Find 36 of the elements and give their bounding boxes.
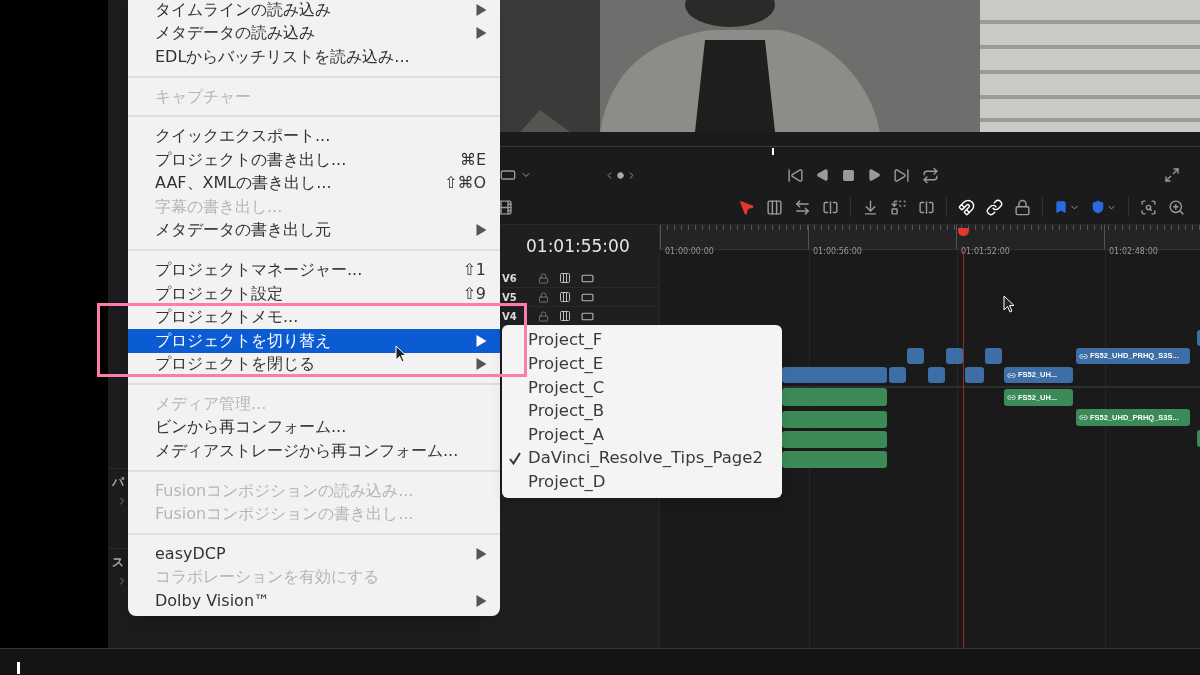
shortcut-label: ⌘E xyxy=(459,148,486,171)
track-label: V4 xyxy=(502,309,518,324)
menu-item[interactable]: クイックエクスポート... xyxy=(128,126,500,146)
menu-item[interactable]: メディアストレージから再コンフォーム... xyxy=(128,441,500,461)
submenu-item[interactable]: Project_D xyxy=(502,470,782,495)
menu-item[interactable]: メタデータの書き出し元 xyxy=(128,221,500,240)
ruler-timecode: 01:02:48:00 xyxy=(1109,247,1158,256)
menu-item[interactable]: プロジェクトの書き出し... ⌘E xyxy=(128,150,500,169)
shortcut-label: ⇧⌘O xyxy=(444,172,486,195)
submenu-item[interactable]: Project_F xyxy=(502,329,782,353)
submenu-item[interactable]: Project_B xyxy=(502,399,782,424)
menu-item[interactable]: プロジェクト設定 ⇧9 xyxy=(128,284,500,303)
menu-item[interactable]: AAF、XMLの書き出し... ⇧⌘O xyxy=(128,174,500,193)
submenu-item[interactable]: Project_A xyxy=(502,423,782,447)
ruler-timecode: 01:00:56:00 xyxy=(813,247,862,256)
shortcut-label: ⇧1 xyxy=(462,259,486,281)
menu-item[interactable]: タイムラインの読み込み xyxy=(128,0,500,19)
menu-item[interactable]: プロジェクトマネージャー... ⇧1 xyxy=(128,260,500,280)
menu-item[interactable]: Dolby Vision™ xyxy=(128,591,500,611)
menu-item[interactable]: プロジェクトメモ... xyxy=(128,307,500,327)
submenu-item[interactable]: DaVinci_Resolve_Tips_Page2 xyxy=(502,446,782,471)
ruler-timecode: 01:01:52:00 xyxy=(961,247,1010,256)
timecode: 01:01:55:00 xyxy=(526,235,630,259)
submenu-item[interactable]: Project_C xyxy=(502,376,782,400)
shortcut-label: ⇧9 xyxy=(462,282,486,305)
menu-item[interactable]: ビンから再コンフォーム... xyxy=(128,418,500,437)
menu-item[interactable]: easyDCP xyxy=(128,544,500,563)
menu-item[interactable]: EDLからバッチリストを読み込み... xyxy=(128,47,500,67)
track-label: V5 xyxy=(502,290,518,305)
menu-item[interactable]: メタデータの読み込み xyxy=(128,24,500,43)
panel-label: パ xyxy=(112,474,124,491)
ruler-timecode: 01:00:00:00 xyxy=(665,247,714,256)
submenu-item[interactable]: Project_E xyxy=(502,352,782,377)
track-label: V6 xyxy=(502,271,518,286)
menu-item[interactable]: プロジェクトを切り替え xyxy=(128,328,500,353)
panel-label: ス xyxy=(112,554,124,571)
